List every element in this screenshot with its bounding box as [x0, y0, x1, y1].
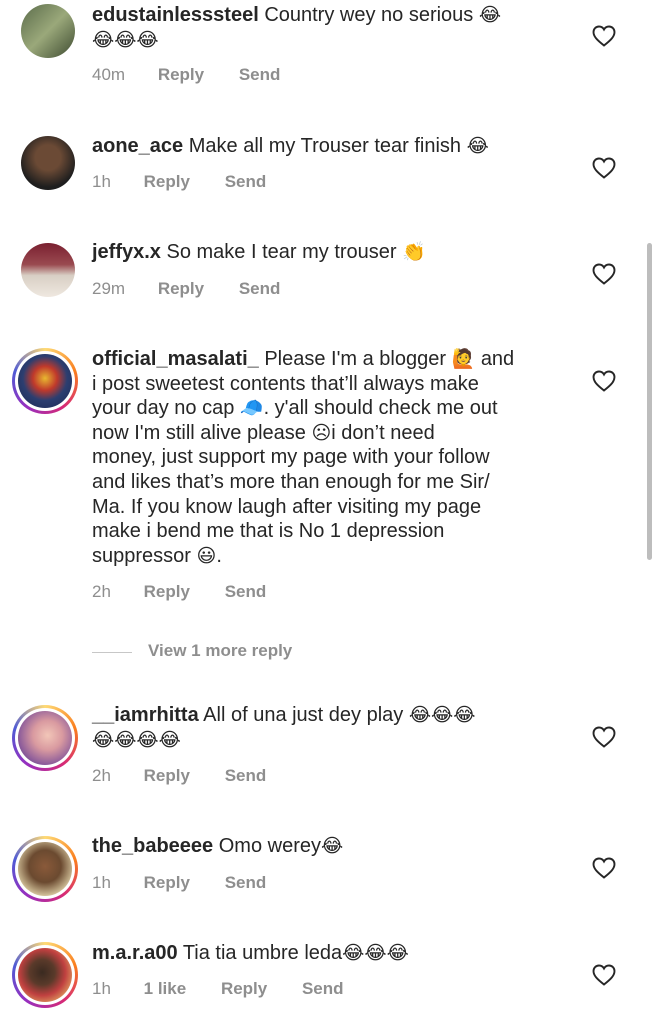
- heart-icon[interactable]: [592, 370, 616, 392]
- comment-username[interactable]: jeffyx.x: [92, 241, 161, 263]
- reply-button[interactable]: Reply: [144, 172, 190, 191]
- comment-text: edustainlesssteel Country wey no serious…: [92, 3, 562, 52]
- comment-body: i don’t need: [331, 421, 435, 444]
- comment-body: Omo werey: [218, 835, 321, 857]
- comment-text: official_masalati_ Please I'm a blogger …: [92, 347, 572, 568]
- send-button[interactable]: Send: [225, 873, 267, 892]
- comment-username[interactable]: aone_ace: [92, 135, 183, 157]
- avatar-ring-inner: [15, 351, 75, 411]
- send-button[interactable]: Send: [225, 766, 267, 785]
- comment-username[interactable]: the_babeeee: [92, 835, 213, 857]
- comment-time: 2h: [92, 582, 111, 601]
- comment-text: jeffyx.x So make I tear my trouser 👏: [92, 240, 562, 265]
- raising-hand-emoji: 🙋: [451, 348, 476, 370]
- avatar-image: [18, 948, 72, 1002]
- comment-time: 2h: [92, 766, 111, 785]
- comment-body: and likes that’s more than enough for me…: [92, 470, 490, 493]
- comment-body: Country wey no serious: [264, 4, 474, 26]
- heart-icon[interactable]: [592, 263, 616, 285]
- comment-meta: 1h Reply Send: [92, 873, 296, 893]
- avatar[interactable]: [12, 705, 78, 771]
- laughing-emoji: 😂😂😂: [408, 704, 476, 726]
- comment-username[interactable]: __iamrhitta: [92, 704, 199, 726]
- comment-meta: 1h Reply Send: [92, 172, 296, 192]
- heart-icon[interactable]: [592, 726, 616, 748]
- comment-text: the_babeeee Omo werey😂: [92, 834, 562, 859]
- reply-button[interactable]: Reply: [144, 582, 190, 601]
- smiley-emoji: 😃: [196, 544, 217, 567]
- likes-count[interactable]: 1 like: [144, 979, 187, 998]
- reply-button[interactable]: Reply: [158, 279, 204, 298]
- comment-username[interactable]: edustainlesssteel: [92, 4, 259, 26]
- comment-username[interactable]: official_masalati_: [92, 348, 259, 370]
- comment-body: Please I'm a blogger: [264, 348, 447, 370]
- comment-username[interactable]: m.a.r.a00: [92, 942, 178, 964]
- comment-text: aone_ace Make all my Trouser tear finish…: [92, 134, 562, 159]
- send-button[interactable]: Send: [239, 65, 281, 84]
- comment-body: your day no cap: [92, 397, 235, 420]
- avatar[interactable]: [21, 4, 75, 58]
- send-button[interactable]: Send: [302, 979, 344, 998]
- comment-body: So make I tear my trouser: [166, 241, 397, 263]
- send-button[interactable]: Send: [239, 279, 281, 298]
- comment-body: Make all my Trouser tear finish: [188, 135, 462, 157]
- comment-time: 40m: [92, 65, 126, 84]
- avatar-ring-inner: [15, 945, 75, 1005]
- comment-meta: 40m Reply Send: [92, 65, 310, 85]
- reply-button[interactable]: Reply: [158, 65, 204, 84]
- comment-body: . y'all should check me out: [263, 397, 498, 420]
- comment-body: money, just support my page with your fo…: [92, 446, 490, 469]
- comment-body: make i bend me that is No 1 depression: [92, 520, 445, 543]
- laughing-emoji: 😂😂😂: [342, 942, 409, 964]
- comment-time: 1h: [92, 172, 111, 191]
- reply-button[interactable]: Reply: [144, 766, 190, 785]
- sad-face-emoji: ☹: [311, 421, 332, 444]
- laughing-emoji: 😂: [466, 135, 489, 157]
- avatar-image: [18, 354, 72, 408]
- avatar[interactable]: [21, 243, 75, 297]
- heart-icon[interactable]: [592, 857, 616, 879]
- comment-meta: 2h Reply Send: [92, 582, 296, 602]
- comment-meta: 1h 1 like Reply Send: [92, 979, 374, 999]
- comment-body: and: [480, 348, 515, 370]
- comment-time: 29m: [92, 279, 126, 298]
- avatar[interactable]: [21, 136, 75, 190]
- clapping-emoji: 👏: [402, 241, 426, 263]
- laughing-emoji: 😂😂😂: [92, 28, 159, 51]
- avatar[interactable]: [12, 348, 78, 414]
- view-more-replies-button[interactable]: View 1 more reply: [148, 641, 292, 661]
- comment-meta: 2h Reply Send: [92, 766, 296, 786]
- laughing-emoji: 😂😂😂😂: [92, 728, 181, 751]
- comment-body: now I'm still alive please: [92, 421, 306, 444]
- cap-emoji: 🧢: [239, 397, 264, 420]
- avatar-ring-inner: [15, 839, 75, 899]
- comment-body: .: [216, 544, 222, 567]
- avatar[interactable]: [12, 942, 78, 1008]
- heart-icon[interactable]: [592, 25, 616, 47]
- comment-body: i post sweetest contents that’ll always …: [92, 372, 479, 395]
- comment-time: 1h: [92, 873, 111, 892]
- send-button[interactable]: Send: [225, 172, 267, 191]
- comment-body: All of una just dey play: [203, 704, 404, 726]
- laughing-emoji: 😂: [320, 835, 344, 857]
- comment-meta: 29m Reply Send: [92, 279, 310, 299]
- send-button[interactable]: Send: [225, 582, 267, 601]
- avatar-image: [18, 711, 72, 765]
- heart-icon[interactable]: [592, 964, 616, 986]
- heart-icon[interactable]: [592, 157, 616, 179]
- reply-button[interactable]: Reply: [221, 979, 267, 998]
- comment-body: suppressor: [92, 544, 191, 567]
- scrollbar[interactable]: [647, 243, 652, 560]
- comment-text: m.a.r.a00 Tia tia umbre leda😂😂😂: [92, 941, 562, 966]
- comment-body: Ma. If you know laugh after visiting my …: [92, 495, 482, 518]
- comment-text: __iamrhitta All of una just dey play 😂😂😂…: [92, 703, 562, 752]
- comment-body: Tia tia umbre leda: [182, 942, 343, 964]
- avatar-image: [18, 842, 72, 896]
- avatar-ring-inner: [15, 708, 75, 768]
- view-replies-divider: [92, 652, 132, 653]
- comment-time: 1h: [92, 979, 111, 998]
- avatar[interactable]: [12, 836, 78, 902]
- reply-button[interactable]: Reply: [144, 873, 190, 892]
- laughing-emoji: 😂: [478, 4, 502, 26]
